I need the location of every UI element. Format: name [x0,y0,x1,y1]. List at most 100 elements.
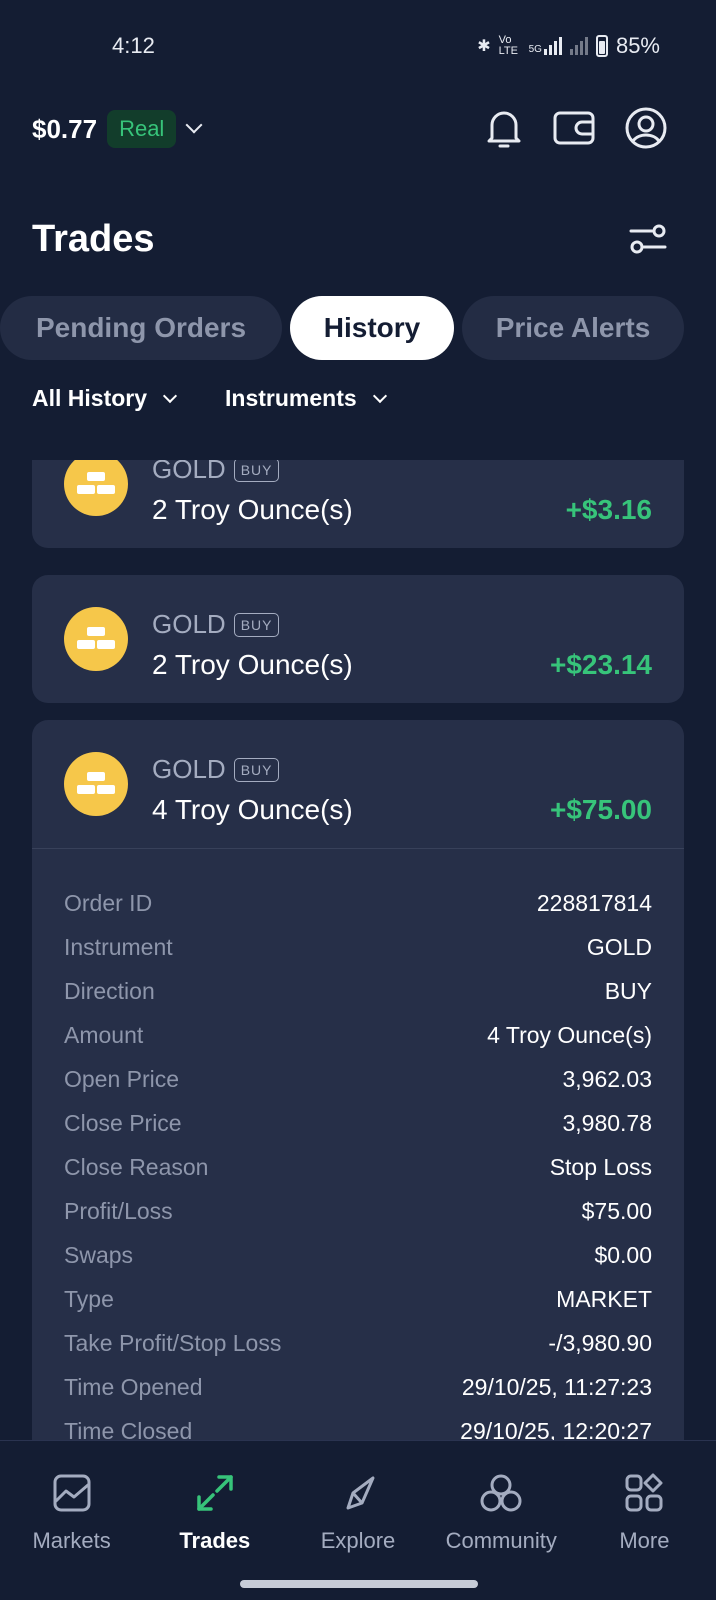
status-time: 4:12 [112,33,155,58]
detail-row-order-id: Order ID 228817814 [64,881,652,925]
trade-pnl: +$3.16 [565,494,652,525]
tab-pending-orders[interactable]: Pending Orders [0,296,282,360]
detail-label: Swaps [64,1241,134,1268]
tab-price-alerts[interactable]: Price Alerts [462,296,684,360]
detail-row-direction: Direction BUY [64,969,652,1013]
nav-label: Explore [320,1528,396,1553]
status-icons: ✱ Vo LTE 5G 85% [477,33,660,59]
trade-history-list[interactable]: GOLD BUY 2 Troy Ounce(s) +$3.16 GOLD BUY… [0,460,716,1440]
signal-5g-icon: 5G [529,37,562,55]
detail-value: $0.00 [594,1241,652,1268]
trade-card-header: GOLD BUY 2 Troy Ounce(s) +$3.16 [32,460,684,548]
detail-label: Order ID [64,889,153,916]
instruments-filter-dropdown[interactable]: Instruments [225,385,387,412]
detail-row-time-opened: Time Opened 29/10/25, 11:27:23 [64,1365,652,1409]
detail-label: Close Reason [64,1153,209,1180]
nav-label: More [619,1528,670,1553]
trade-card[interactable]: GOLD BUY 2 Troy Ounce(s) +$3.16 [32,460,684,548]
detail-label: Amount [64,1021,144,1048]
detail-value: -/3,980.90 [548,1329,652,1356]
nav-more[interactable]: More [573,1441,716,1568]
detail-label: Instrument [64,933,173,960]
nav-markets[interactable]: Markets [0,1441,143,1568]
detail-row-profit-loss: Profit/Loss $75.00 [64,1189,652,1233]
direction-badge: BUY [233,460,280,482]
history-filter-dropdown[interactable]: All History [32,385,178,412]
chevron-down-icon [162,388,178,403]
nav-label: Trades [179,1528,251,1553]
trade-instrument: GOLD BUY [152,609,280,640]
profile-icon[interactable] [624,106,668,150]
battery-level: 85% [615,33,660,58]
chevron-down-icon [185,116,203,134]
detail-row-tp-sl: Take Profit/Stop Loss -/3,980.90 [64,1321,652,1365]
detail-value: 3,980.78 [562,1109,652,1136]
arrows-icon [195,1473,235,1518]
bell-icon[interactable] [484,106,524,150]
history-filters: All History Instruments [32,385,387,412]
detail-row-close-price: Close Price 3,980.78 [64,1101,652,1145]
gold-bars-icon [64,607,128,671]
detail-label: Take Profit/Stop Loss [64,1329,282,1356]
detail-row-open-price: Open Price 3,962.03 [64,1057,652,1101]
instrument-name: GOLD [152,460,226,484]
detail-label: Time Opened [64,1373,203,1400]
account-selector[interactable]: $0.77 Real [32,108,203,150]
direction-badge: BUY [233,612,280,637]
bottom-nav: Markets Trades Explore Community More [0,1440,716,1568]
nav-label: Community [445,1528,557,1553]
grid-icon [624,1473,664,1518]
account-balance: $0.77 [32,113,98,144]
volte-icon: Vo LTE [498,34,518,57]
detail-label: Profit/Loss [64,1197,173,1224]
detail-value: MARKET [556,1285,652,1312]
detail-label: Type [64,1285,114,1312]
detail-value: $75.00 [581,1197,652,1224]
header-actions [484,106,668,150]
bluetooth-icon: ✱ [477,38,491,55]
trade-card-expanded[interactable]: GOLD BUY 4 Troy Ounce(s) +$75.00 Order I… [32,720,684,1440]
trade-card[interactable]: GOLD BUY 2 Troy Ounce(s) +$23.14 [32,575,684,703]
chart-icon [52,1473,92,1518]
instrument-name: GOLD [152,609,226,639]
detail-value: 4 Troy Ounce(s) [487,1021,652,1048]
detail-value: 29/10/25, 11:27:23 [461,1373,652,1400]
nav-community[interactable]: Community [430,1441,573,1568]
trade-details: Order ID 228817814 Instrument GOLD Directi… [32,848,684,1440]
compass-icon [338,1473,378,1518]
detail-label: Time Closed [64,1417,193,1441]
detail-label: Close Price [64,1109,182,1136]
trade-pnl: +$75.00 [550,794,652,825]
detail-row-swaps: Swaps $0.00 [64,1233,652,1277]
trade-instrument: GOLD BUY [152,460,280,485]
trade-amount: 2 Troy Ounce(s) [152,494,353,525]
settings-sliders-icon[interactable] [628,222,668,261]
detail-row-instrument: Instrument GOLD [64,925,652,969]
trade-instrument: GOLD BUY [152,754,280,785]
page-title: Trades [32,218,155,260]
trade-pnl: +$23.14 [550,649,652,680]
nav-explore[interactable]: Explore [286,1441,429,1568]
history-filter-label: All History [32,385,148,411]
direction-badge: BUY [233,757,280,782]
battery-icon [595,35,608,57]
chevron-down-icon [372,388,387,403]
wallet-icon[interactable] [552,108,596,148]
nav-trades[interactable]: Trades [143,1441,286,1568]
detail-value: 3,962.03 [562,1065,652,1092]
detail-value: 228817814 [536,889,652,916]
detail-value: BUY [604,977,652,1004]
detail-value: GOLD [586,933,652,960]
detail-row-time-closed: Time Closed 29/10/25, 12:20:27 [64,1409,652,1441]
nav-label: Markets [32,1528,111,1553]
account-type-badge: Real [107,110,177,148]
detail-value: 29/10/25, 12:20:27 [460,1417,652,1441]
trade-amount: 4 Troy Ounce(s) [152,794,353,825]
instrument-name: GOLD [152,754,226,784]
gold-bars-icon [64,752,128,816]
detail-row-close-reason: Close Reason Stop Loss [64,1145,652,1189]
home-indicator[interactable] [240,1580,478,1588]
detail-row-type: Type MARKET [64,1277,652,1321]
tab-history[interactable]: History [290,296,454,360]
trade-card-header: GOLD BUY 2 Troy Ounce(s) +$23.14 [32,575,684,703]
